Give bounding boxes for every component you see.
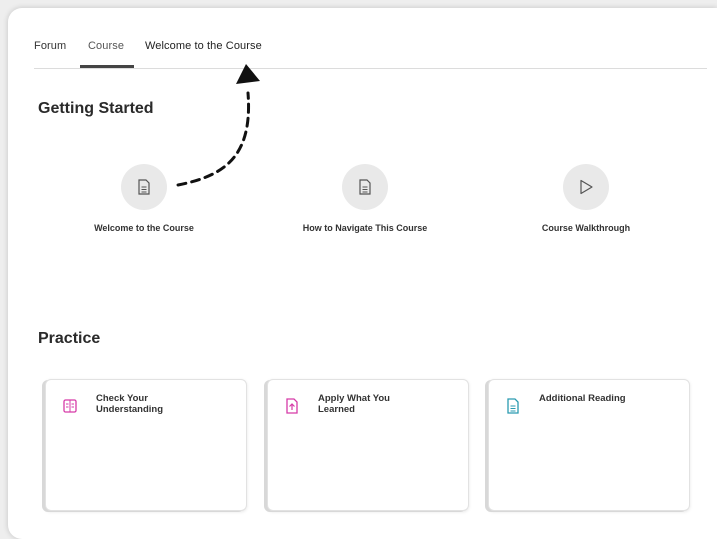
course-panel: Forum Course Welcome to the Course Getti…: [8, 8, 717, 539]
annotation-arrow: [176, 64, 260, 187]
